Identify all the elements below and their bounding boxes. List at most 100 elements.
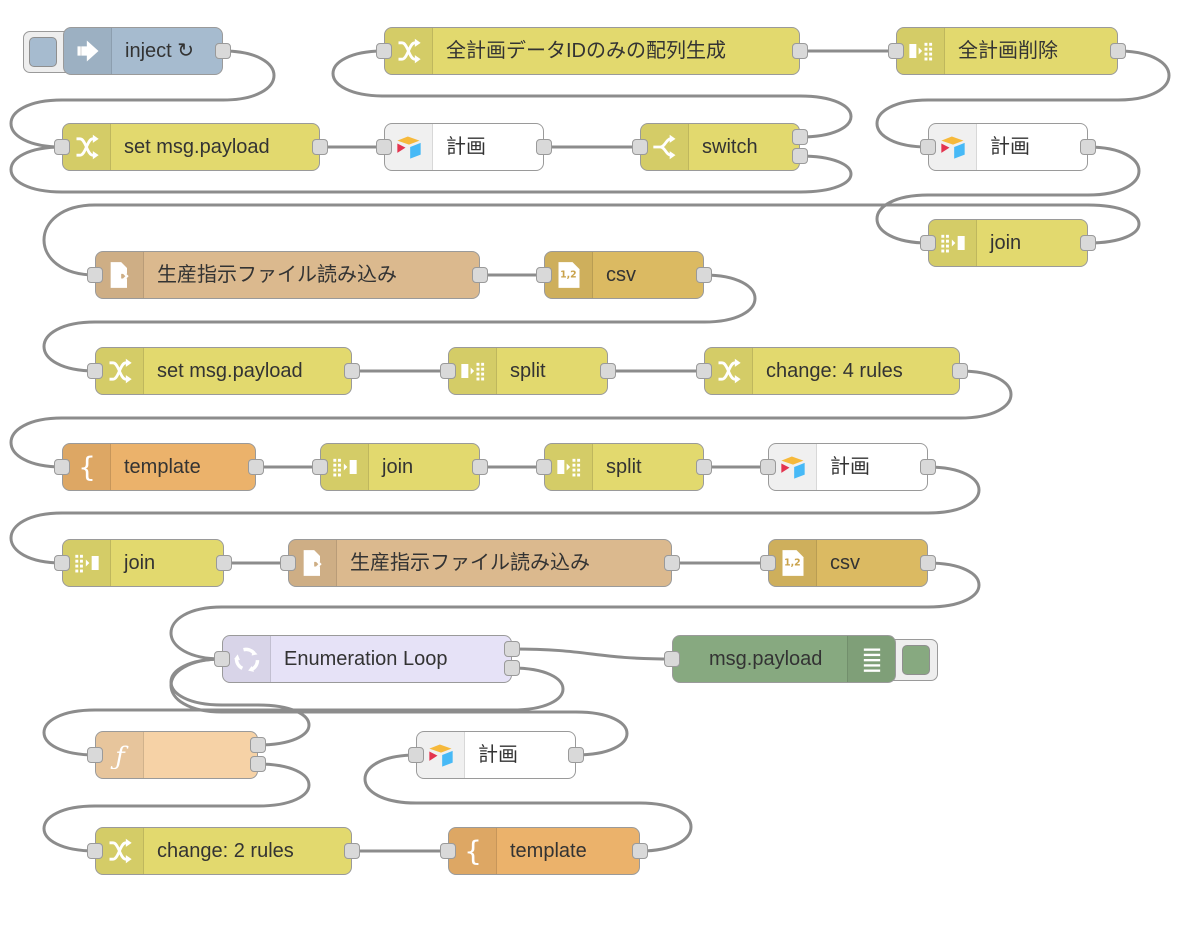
output-port-2[interactable] bbox=[792, 148, 808, 164]
debug-node[interactable]: msg.payload bbox=[664, 635, 896, 683]
input-port[interactable] bbox=[87, 267, 103, 283]
output-port[interactable] bbox=[1110, 43, 1126, 59]
input-port[interactable] bbox=[408, 747, 424, 763]
node-label: 計画 bbox=[478, 744, 518, 766]
input-port[interactable] bbox=[280, 555, 296, 571]
list-icon bbox=[847, 636, 895, 682]
node-label: join bbox=[382, 456, 414, 478]
output-port[interactable] bbox=[248, 459, 264, 475]
switch-icon bbox=[641, 124, 689, 170]
switch-node[interactable]: switch bbox=[632, 123, 808, 171]
airtable-icon bbox=[417, 732, 465, 778]
airtable-node[interactable]: 計画 bbox=[920, 123, 1096, 171]
input-port[interactable] bbox=[376, 43, 392, 59]
csv-node[interactable]: csv bbox=[760, 539, 936, 587]
join-node[interactable]: join bbox=[920, 219, 1096, 267]
split-icon bbox=[545, 444, 593, 490]
output-port[interactable] bbox=[312, 139, 328, 155]
change-node[interactable]: change: 2 rules bbox=[87, 827, 360, 875]
input-port[interactable] bbox=[920, 139, 936, 155]
output-port[interactable] bbox=[472, 459, 488, 475]
output-port[interactable] bbox=[696, 459, 712, 475]
output-port-1[interactable] bbox=[792, 129, 808, 145]
output-port[interactable] bbox=[216, 555, 232, 571]
split-node[interactable]: split bbox=[536, 443, 712, 491]
join-node[interactable]: join bbox=[312, 443, 488, 491]
output-port[interactable] bbox=[792, 43, 808, 59]
output-port[interactable] bbox=[1080, 139, 1096, 155]
airtable-node[interactable]: 計画 bbox=[760, 443, 936, 491]
file-in-node[interactable]: 生産指示ファイル読み込み bbox=[280, 539, 680, 587]
file-in-node[interactable]: 生産指示ファイル読み込み bbox=[87, 251, 488, 299]
input-port[interactable] bbox=[632, 139, 648, 155]
input-port[interactable] bbox=[440, 363, 456, 379]
output-port-1[interactable] bbox=[504, 641, 520, 657]
input-port[interactable] bbox=[87, 843, 103, 859]
output-port[interactable] bbox=[568, 747, 584, 763]
csv-node[interactable]: csv bbox=[536, 251, 712, 299]
change-node[interactable]: set msg.payload bbox=[54, 123, 328, 171]
arrow-right-icon bbox=[64, 28, 112, 74]
output-port[interactable] bbox=[600, 363, 616, 379]
input-port[interactable] bbox=[760, 555, 776, 571]
input-port[interactable] bbox=[54, 555, 70, 571]
output-port[interactable] bbox=[344, 843, 360, 859]
template-brace-icon bbox=[449, 828, 497, 874]
output-port[interactable] bbox=[920, 555, 936, 571]
node-label: csv bbox=[606, 264, 636, 286]
template-node[interactable]: template bbox=[440, 827, 648, 875]
output-port[interactable] bbox=[664, 555, 680, 571]
output-port-1[interactable] bbox=[250, 737, 266, 753]
output-port[interactable] bbox=[632, 843, 648, 859]
input-port[interactable] bbox=[696, 363, 712, 379]
output-port-2[interactable] bbox=[250, 756, 266, 772]
file-in-icon bbox=[96, 252, 144, 298]
input-port[interactable] bbox=[888, 43, 904, 59]
enumeration-loop-node[interactable]: Enumeration Loop bbox=[214, 635, 520, 683]
output-port[interactable] bbox=[696, 267, 712, 283]
airtable-node[interactable]: 計画 bbox=[376, 123, 552, 171]
input-port[interactable] bbox=[87, 747, 103, 763]
change-node[interactable]: 全計画データIDのみの配列生成 bbox=[376, 27, 808, 75]
input-port[interactable] bbox=[87, 363, 103, 379]
node-label: 計画 bbox=[446, 136, 486, 158]
node-label: template bbox=[124, 456, 201, 478]
shuffle-icon bbox=[705, 348, 753, 394]
input-port[interactable] bbox=[376, 139, 392, 155]
output-port[interactable] bbox=[1080, 235, 1096, 251]
input-port[interactable] bbox=[536, 459, 552, 475]
input-port[interactable] bbox=[664, 651, 680, 667]
input-port[interactable] bbox=[312, 459, 328, 475]
inject-node[interactable]: inject ↻ bbox=[63, 27, 231, 75]
node-label: split bbox=[510, 360, 546, 382]
output-port[interactable] bbox=[472, 267, 488, 283]
output-port[interactable] bbox=[920, 459, 936, 475]
change-node[interactable]: set msg.payload bbox=[87, 347, 360, 395]
output-port[interactable] bbox=[952, 363, 968, 379]
flow-canvas[interactable]: inject ↻ 全計画データIDのみの配列生成 全計画削除 set msg.p… bbox=[0, 0, 1200, 930]
node-label: change: 4 rules bbox=[766, 360, 903, 382]
wire[interactable] bbox=[510, 647, 674, 661]
input-port[interactable] bbox=[214, 651, 230, 667]
input-port[interactable] bbox=[760, 459, 776, 475]
airtable-node[interactable]: 計画 bbox=[408, 731, 584, 779]
input-port[interactable] bbox=[536, 267, 552, 283]
output-port[interactable] bbox=[536, 139, 552, 155]
function-node[interactable] bbox=[87, 731, 266, 779]
join-node[interactable]: join bbox=[54, 539, 232, 587]
split-node[interactable]: 全計画削除 bbox=[888, 27, 1126, 75]
node-label: set msg.payload bbox=[124, 136, 270, 158]
output-port[interactable] bbox=[215, 43, 231, 59]
input-port[interactable] bbox=[54, 139, 70, 155]
input-port[interactable] bbox=[54, 459, 70, 475]
node-label: 生産指示ファイル読み込み bbox=[157, 264, 397, 286]
input-port[interactable] bbox=[920, 235, 936, 251]
template-node[interactable]: template bbox=[54, 443, 264, 491]
input-port[interactable] bbox=[440, 843, 456, 859]
output-port[interactable] bbox=[344, 363, 360, 379]
node-label: 生産指示ファイル読み込み bbox=[350, 552, 590, 574]
node-label: switch bbox=[702, 136, 758, 158]
split-node[interactable]: split bbox=[440, 347, 616, 395]
output-port-2[interactable] bbox=[504, 660, 520, 676]
change-node[interactable]: change: 4 rules bbox=[696, 347, 968, 395]
